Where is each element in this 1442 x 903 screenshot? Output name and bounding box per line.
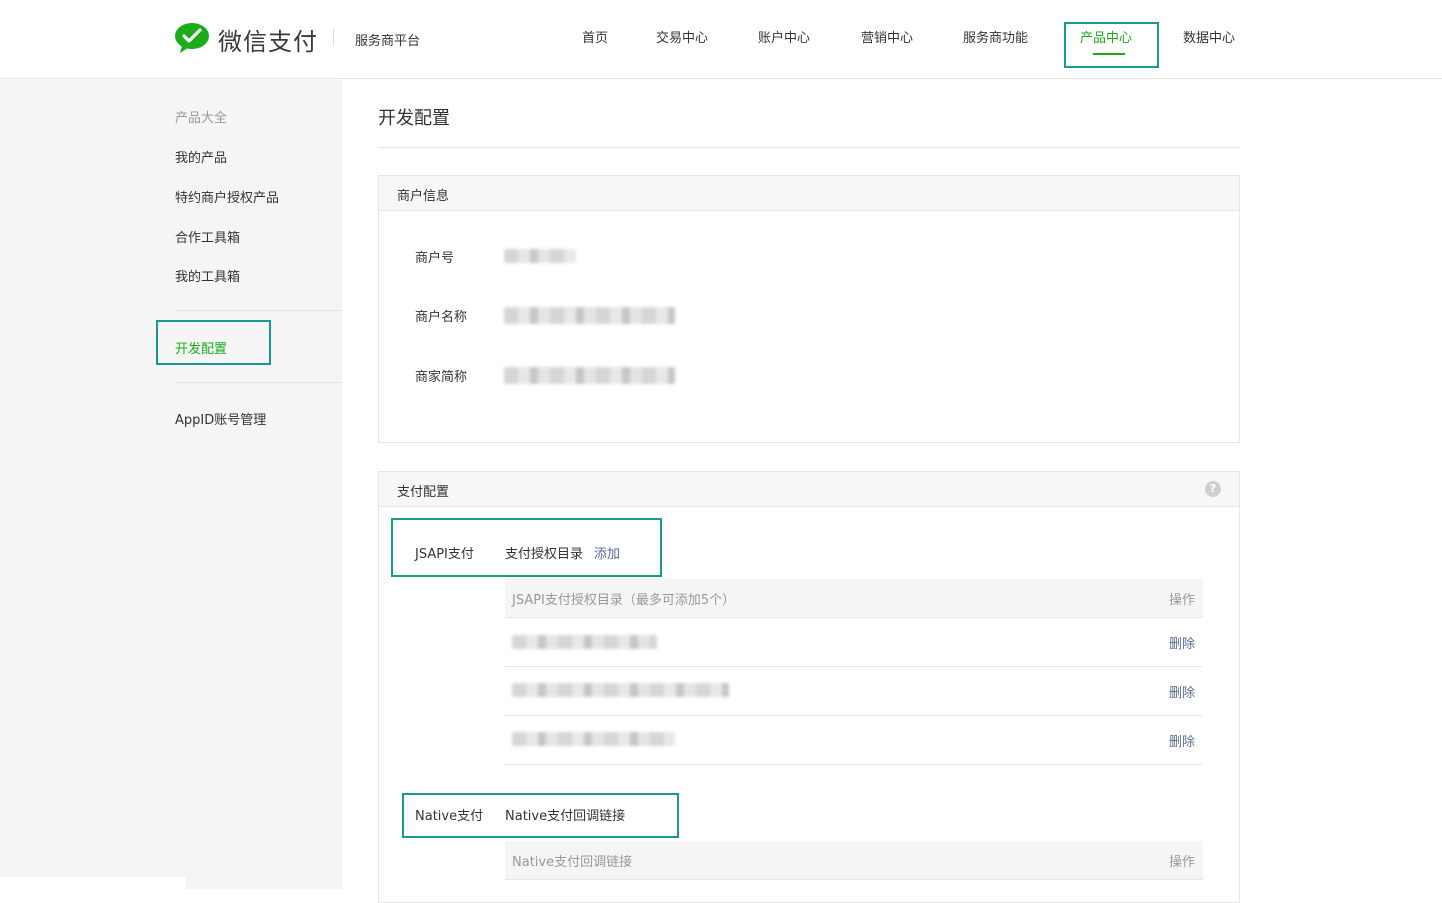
jsapi-table-header: JSAPI支付授权目录（最多可添加5个） 操作 bbox=[505, 579, 1203, 618]
sidebar-footer-gap bbox=[0, 877, 186, 889]
sidebar-divider bbox=[175, 382, 342, 383]
jsapi-label: JSAPI支付 bbox=[415, 547, 474, 562]
panel-header: 商户信息 bbox=[379, 176, 1239, 211]
brand-divider bbox=[333, 28, 334, 46]
sidebar-item-authorized-products[interactable]: 特约商户授权产品 bbox=[175, 187, 279, 206]
jsapi-delete-link[interactable]: 删除 bbox=[1169, 633, 1195, 652]
platform-name: 服务商平台 bbox=[355, 34, 421, 49]
page-title: 开发配置 bbox=[378, 108, 450, 129]
nav-account-center[interactable]: 账户中心 bbox=[758, 27, 810, 46]
nav-active-indicator bbox=[1093, 53, 1125, 55]
jsapi-table-column-action: 操作 bbox=[1169, 593, 1196, 608]
jsapi-add-link[interactable]: 添加 bbox=[594, 543, 620, 562]
merchant-short-name-label: 商家简称 bbox=[415, 370, 468, 385]
native-table-header: Native支付回调链接 操作 bbox=[505, 841, 1203, 880]
merchant-id-label: 商户号 bbox=[415, 251, 455, 266]
top-header: 微信支付 服务商平台 首页 交易中心 账户中心 营销中心 服务商功能 产品中心 … bbox=[0, 0, 1442, 79]
table-row: 删除 bbox=[505, 667, 1203, 716]
brand-name: 微信支付 bbox=[218, 28, 318, 56]
nav-marketing-center[interactable]: 营销中心 bbox=[861, 27, 913, 46]
panel-header: 支付配置 bbox=[379, 472, 1239, 507]
native-callback-label: Native支付回调链接 bbox=[505, 809, 626, 824]
nav-product-center[interactable]: 产品中心 bbox=[1080, 27, 1132, 46]
merchant-name-value-redacted bbox=[504, 307, 675, 324]
sidebar-item-partner-toolbox[interactable]: 合作工具箱 bbox=[175, 227, 240, 246]
jsapi-delete-link[interactable]: 删除 bbox=[1169, 682, 1195, 701]
sidebar-item-dev-config[interactable]: 开发配置 bbox=[175, 338, 227, 357]
native-table-column-action: 操作 bbox=[1169, 855, 1196, 870]
merchant-short-name-value-redacted bbox=[504, 367, 675, 384]
jsapi-dir-value-redacted bbox=[512, 683, 729, 697]
nav-data-center[interactable]: 数据中心 bbox=[1183, 27, 1235, 46]
jsapi-table-column-dir: JSAPI支付授权目录（最多可添加5个） bbox=[512, 593, 736, 608]
payment-config-title: 支付配置 bbox=[397, 485, 450, 500]
table-row: 删除 bbox=[505, 618, 1203, 667]
sidebar-item-my-toolbox[interactable]: 我的工具箱 bbox=[175, 266, 240, 285]
native-table-column-url: Native支付回调链接 bbox=[512, 855, 633, 870]
sidebar-divider bbox=[175, 310, 342, 311]
help-icon[interactable]: ? bbox=[1205, 481, 1221, 497]
jsapi-dir-value-redacted bbox=[512, 732, 675, 746]
sidebar-heading: 产品大全 bbox=[175, 111, 228, 126]
nav-home[interactable]: 首页 bbox=[582, 27, 608, 46]
title-divider bbox=[378, 147, 1240, 148]
merchant-id-value-redacted bbox=[504, 249, 576, 263]
merchant-info-title: 商户信息 bbox=[397, 189, 450, 204]
nav-provider-functions[interactable]: 服务商功能 bbox=[963, 27, 1028, 46]
sidebar-item-my-products[interactable]: 我的产品 bbox=[175, 147, 227, 166]
jsapi-dir-value-redacted bbox=[512, 635, 657, 649]
nav-trade-center[interactable]: 交易中心 bbox=[656, 27, 708, 46]
table-row: 删除 bbox=[505, 716, 1203, 765]
merchant-name-label: 商户名称 bbox=[415, 310, 468, 325]
jsapi-delete-link[interactable]: 删除 bbox=[1169, 731, 1195, 750]
sidebar bbox=[0, 79, 342, 889]
native-label: Native支付 bbox=[415, 809, 484, 824]
sidebar-item-appid-management[interactable]: AppID账号管理 bbox=[175, 409, 266, 428]
jsapi-auth-dir-label: 支付授权目录 bbox=[505, 547, 584, 562]
wechat-pay-logo-icon[interactable] bbox=[174, 22, 210, 54]
